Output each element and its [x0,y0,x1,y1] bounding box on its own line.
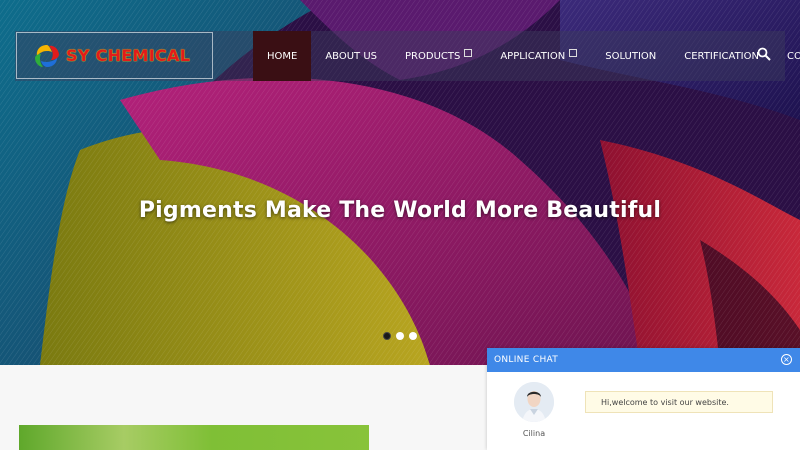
slider-dot-1[interactable] [383,332,391,340]
nav-item-about-us[interactable]: ABOUT US [311,31,391,81]
nav-item-label: ABOUT US [325,50,378,62]
nav-item-label: CERTIFICATION [684,50,759,62]
slider-dot-2[interactable] [396,332,404,340]
site-logo[interactable]: SY CHEMICAL [16,32,213,79]
close-icon[interactable]: × [781,354,792,365]
nav-item-label: SOLUTION [605,50,657,62]
nav-item-label: APPLICATION [500,50,566,62]
nav-item-application[interactable]: APPLICATION [486,31,591,81]
product-image[interactable] [19,425,369,450]
online-chat-widget: ONLINE CHAT × Cilina Hi,welcome to visit… [487,348,800,450]
hero-title: Pigments Make The World More Beautiful [138,198,662,223]
agent-avatar [514,382,554,422]
nav-item-label: HOME [267,50,298,62]
slider-dot-3[interactable] [409,332,417,340]
welcome-message: Hi,welcome to visit our website. [585,391,773,413]
nav-item-label: CONTACT [787,50,800,62]
agent-photo-icon [514,382,554,422]
welcome-message-text: Hi,welcome to visit our website. [601,397,729,407]
nav-item-label: PRODUCTS [405,50,461,62]
submenu-icon [569,49,578,57]
nav-item-solution[interactable]: SOLUTION [591,31,670,81]
agent-name: Cilina [522,429,546,438]
nav-item-products[interactable]: PRODUCTS [391,31,486,81]
logo-text: SY CHEMICAL [66,46,191,65]
chat-header[interactable]: ONLINE CHAT × [487,348,800,372]
logo-swirl-icon [35,44,59,67]
slider-pagination [383,332,417,340]
chat-title: ONLINE CHAT [494,355,559,365]
submenu-icon [464,49,473,57]
site-header: SY CHEMICAL HOME ABOUT US PRODUCTS APPLI… [15,31,800,81]
nav-item-home[interactable]: HOME [253,31,312,81]
main-navigation: HOME ABOUT US PRODUCTS APPLICATION SOLUT… [253,31,800,81]
nav-item-contact[interactable]: CONTACT [773,31,800,81]
search-icon[interactable] [757,47,771,61]
